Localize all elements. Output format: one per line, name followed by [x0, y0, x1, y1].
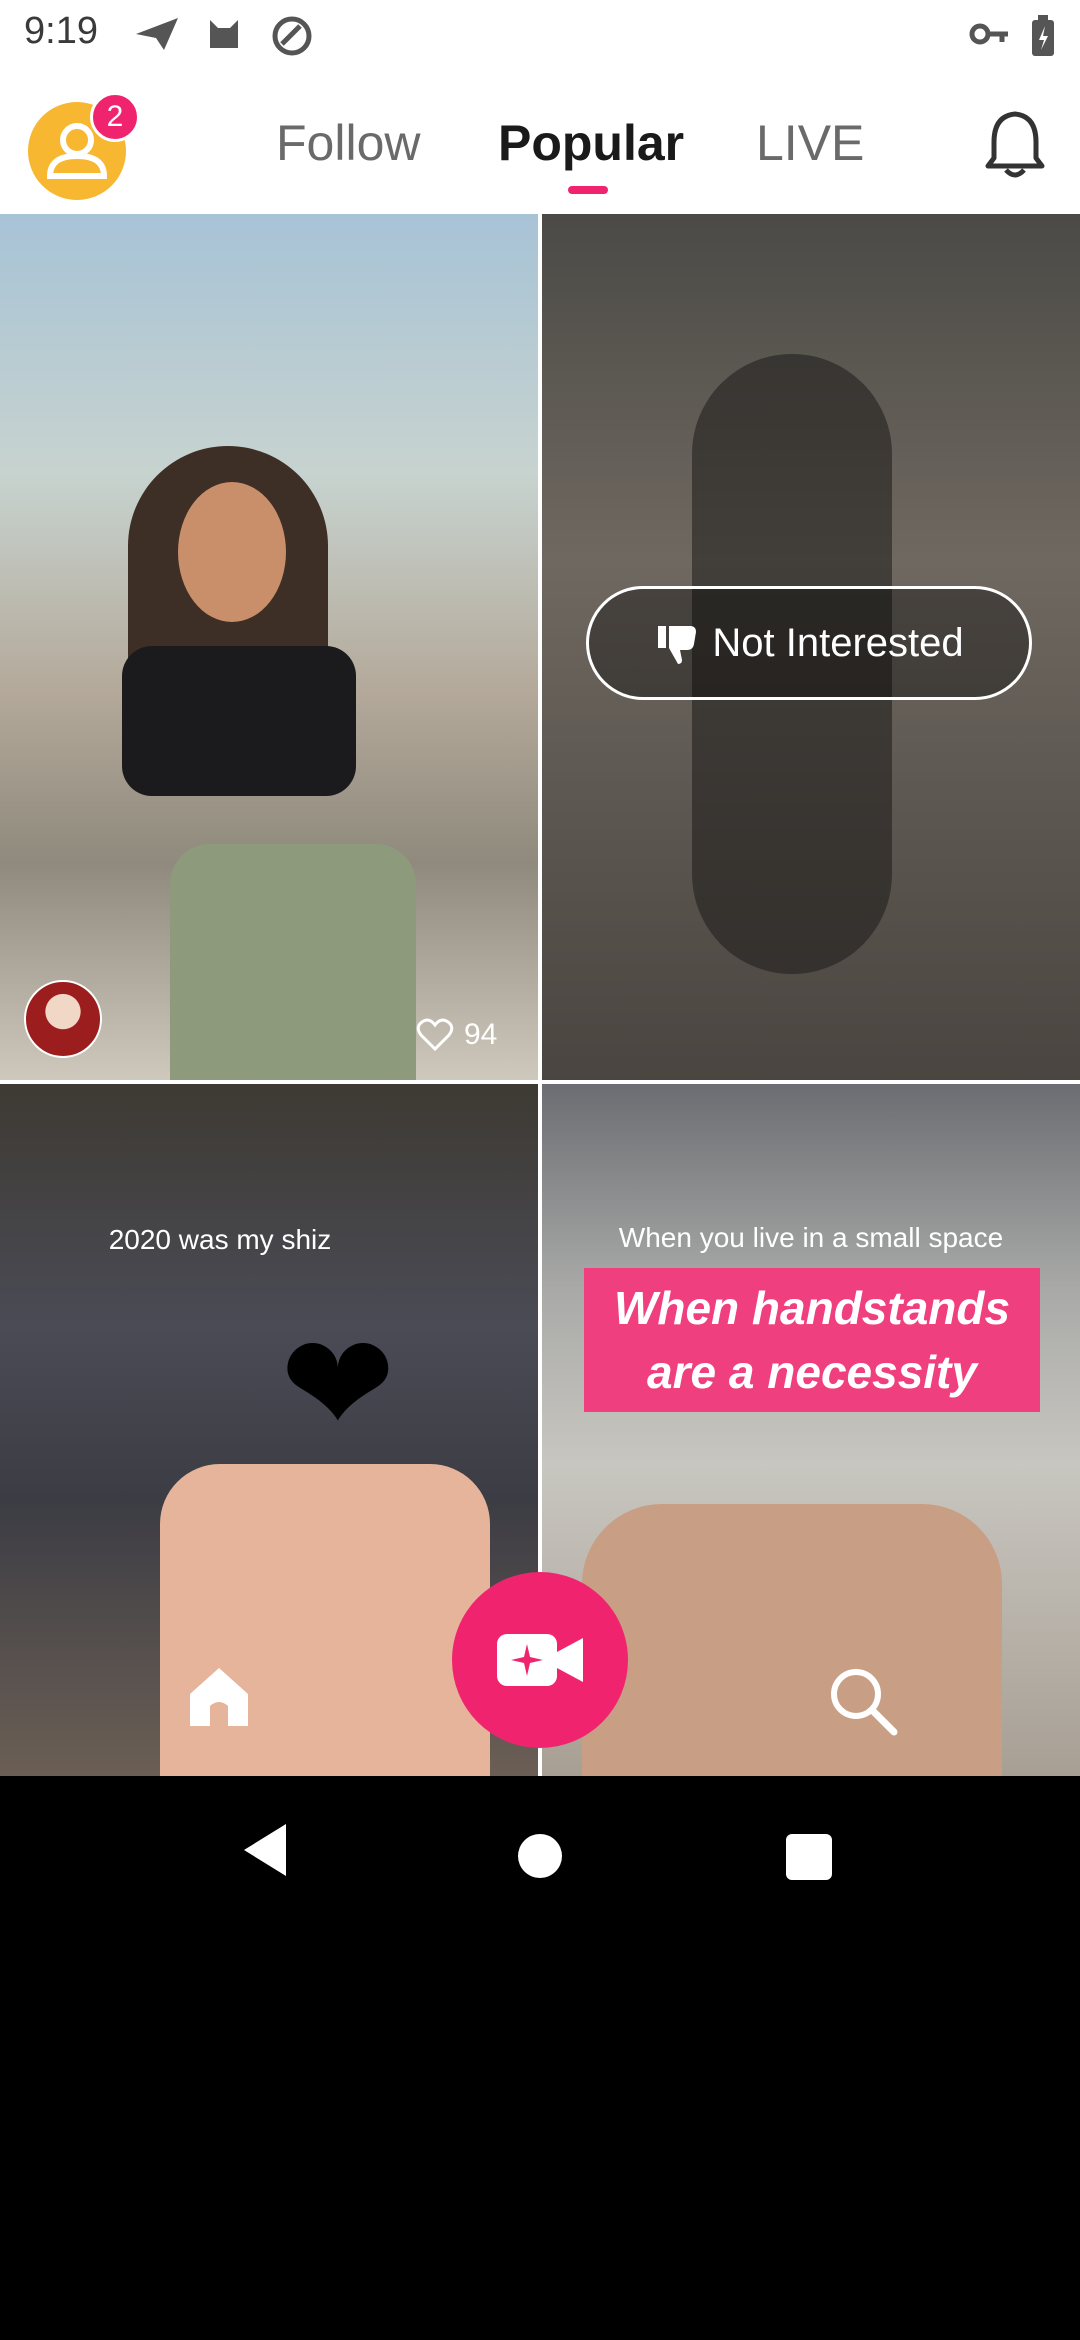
at-icon — [272, 16, 312, 56]
status-time: 9:19 — [24, 10, 98, 52]
battery-icon — [1032, 15, 1054, 56]
key-icon — [969, 23, 1008, 45]
video-caption: When you live in a small space — [618, 1222, 1004, 1253]
tab-live[interactable]: LIVE — [756, 114, 864, 172]
system-navigation-bar — [0, 1776, 1080, 1926]
back-icon[interactable] — [240, 1820, 290, 1880]
video-banner-text: When handstands are a necessity — [584, 1268, 1040, 1412]
not-interested-button[interactable]: Not Interested — [586, 586, 1032, 700]
thumbnail-shape — [178, 482, 286, 622]
thumbnail-shape — [582, 1504, 1002, 1776]
thumbnail-shape — [122, 646, 356, 796]
banner-line: are a necessity — [647, 1346, 977, 1398]
thumbs-down-icon — [658, 626, 697, 664]
like-count-text: 94 — [464, 1018, 498, 1051]
top-app-bar: 2 Follow Popular LIVE — [0, 72, 1080, 216]
recent-apps-button[interactable] — [786, 1834, 832, 1880]
notification-badge: 2 — [90, 92, 140, 142]
bell-icon[interactable] — [982, 108, 1048, 180]
creator-avatar[interactable] — [24, 980, 102, 1058]
banner-line: When handstands — [613, 1282, 1011, 1334]
tab-popular[interactable]: Popular — [498, 114, 684, 172]
video-card[interactable]: Not Interested — [542, 214, 1080, 1080]
heart-icon — [416, 1018, 454, 1052]
heart-emoji-icon: ❤ — [280, 1308, 396, 1462]
video-feed-grid: 94 Not Interested 2020 was my shiz ❤ Whe… — [0, 214, 1080, 1776]
video-card[interactable]: 94 — [0, 214, 538, 1080]
video-camera-icon — [497, 1634, 583, 1686]
not-interested-label: Not Interested — [712, 620, 964, 665]
video-caption: 2020 was my shiz — [108, 1224, 332, 1255]
like-count: 94 — [416, 1018, 497, 1052]
active-tab-indicator — [568, 186, 608, 194]
home-icon[interactable] — [186, 1664, 252, 1728]
send-icon — [136, 18, 178, 50]
search-icon[interactable] — [826, 1664, 900, 1738]
thumbnail-shape — [160, 1464, 490, 1776]
thumbnail-shape — [170, 844, 416, 1080]
cat-icon — [210, 20, 238, 48]
tab-follow[interactable]: Follow — [276, 114, 420, 172]
system-home-button[interactable] — [518, 1834, 562, 1878]
status-bar: 9:19 — [0, 0, 1080, 72]
record-video-button[interactable] — [452, 1572, 628, 1748]
